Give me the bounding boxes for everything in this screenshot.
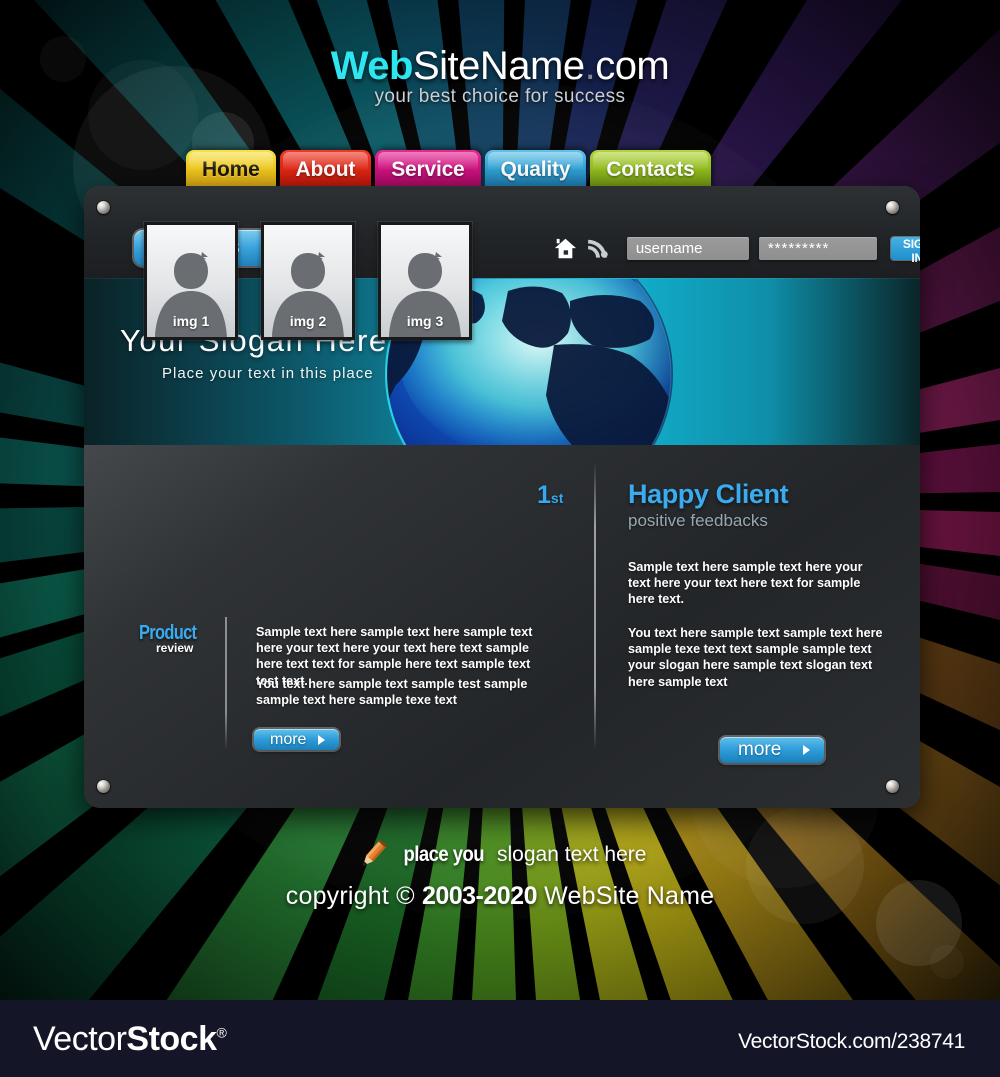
main-navigation: Home About Service Quality Contacts	[186, 150, 715, 190]
footer-copyright: copyright © 2003-2020 WebSite Name	[0, 882, 1000, 911]
thumbnail-caption: img 3	[406, 313, 444, 329]
username-input[interactable]	[626, 236, 749, 260]
vectorstock-logo: VectorStock®	[33, 1020, 227, 1059]
rss-icon[interactable]	[586, 236, 609, 261]
rank-suffix: st	[550, 490, 564, 506]
nav-tab-contacts[interactable]: Contacts	[590, 150, 711, 190]
panel-screw-top-right	[886, 201, 899, 214]
arrow-right-icon	[318, 734, 325, 745]
sign-in-button[interactable]: SIGN IN	[890, 236, 920, 265]
product-paragraph-2: You text here sample text sample test sa…	[256, 677, 528, 708]
footer-slogan-rest: slogan text here	[497, 843, 647, 866]
bokeh-circle	[930, 945, 964, 979]
panel-screw-bottom-right	[886, 780, 899, 793]
vectorstock-url: VectorStock.com/238741	[738, 1030, 965, 1053]
happy-client-paragraph-1: Sample text here sample text here your t…	[628, 560, 863, 607]
registered-trademark-icon: ®	[216, 1024, 227, 1041]
screenshot-root: WebSiteName.com your best choice for suc…	[0, 0, 1000, 1077]
footer-slogan-strong: place you	[403, 843, 484, 866]
panel-screw-top-left	[97, 201, 110, 214]
more-button-label: more	[738, 739, 782, 760]
happy-client-title: Happy Client	[628, 479, 789, 509]
thumbnail-caption: img 2	[289, 313, 327, 329]
rank-number: 1	[537, 481, 551, 509]
vectorstock-watermark-bar: VectorStock® VectorStock.com/238741	[0, 1000, 1000, 1077]
happy-client-paragraph-2: You text here sample text sample text he…	[628, 626, 883, 689]
copyright-prefix: copyright ©	[285, 882, 415, 910]
product-more-button[interactable]: more	[254, 729, 339, 750]
nav-tab-service[interactable]: Service	[375, 150, 481, 190]
copyright-years: 2003-2020	[421, 882, 538, 910]
more-button-label: more	[270, 730, 307, 748]
copyright-site-name: WebSite Name	[544, 882, 715, 910]
thumbnail-1[interactable]: img 1	[144, 222, 238, 340]
nav-tab-home[interactable]: Home	[186, 150, 276, 190]
rank-badge: 1st	[537, 481, 563, 510]
home-icon[interactable]	[554, 236, 577, 261]
vs-logo-stock: Stock	[126, 1020, 217, 1058]
vertical-divider-main	[594, 464, 596, 748]
site-logo: WebSiteName.com	[0, 44, 1000, 88]
thumbnail-2[interactable]: img 2	[261, 222, 355, 340]
arrow-right-icon	[803, 745, 810, 755]
site-tagline: your best choice for success	[374, 86, 626, 107]
account-bar: SIGN IN	[554, 230, 920, 266]
nav-tab-about[interactable]: About	[279, 150, 372, 190]
logo-part-com: com	[595, 44, 670, 88]
happy-client-more-button[interactable]: more	[720, 737, 824, 763]
pencil-icon	[362, 839, 387, 866]
vertical-divider-product	[225, 617, 227, 749]
nav-tab-label: Home	[202, 158, 260, 181]
hero-subtext: Place your text in this place	[162, 365, 374, 382]
nav-tab-label: About	[295, 158, 356, 181]
footer-slogan-line: place you slogan text here	[0, 838, 1000, 872]
nav-tab-label: Contacts	[606, 158, 695, 181]
page-footer: place you slogan text here copyright © 2…	[0, 838, 1000, 911]
nav-tab-label: Service	[391, 158, 465, 181]
thumbnail-caption: img 1	[172, 313, 210, 329]
site-logo-block: WebSiteName.com your best choice for suc…	[0, 44, 1000, 108]
thumbnail-3[interactable]: img 3	[378, 222, 472, 340]
happy-client-subtitle: positive feedbacks	[628, 511, 768, 530]
vs-logo-vector: Vector	[33, 1020, 127, 1058]
logo-part-sitename: SiteName	[412, 44, 585, 88]
product-review-subtitle: review	[156, 641, 194, 655]
panel-screw-bottom-left	[97, 780, 110, 793]
logo-part-web: Web	[330, 44, 414, 88]
nav-tab-label: Quality	[500, 158, 571, 181]
password-input[interactable]	[758, 236, 877, 260]
logo-dot: .	[584, 44, 596, 88]
nav-tab-quality[interactable]: Quality	[484, 150, 587, 190]
